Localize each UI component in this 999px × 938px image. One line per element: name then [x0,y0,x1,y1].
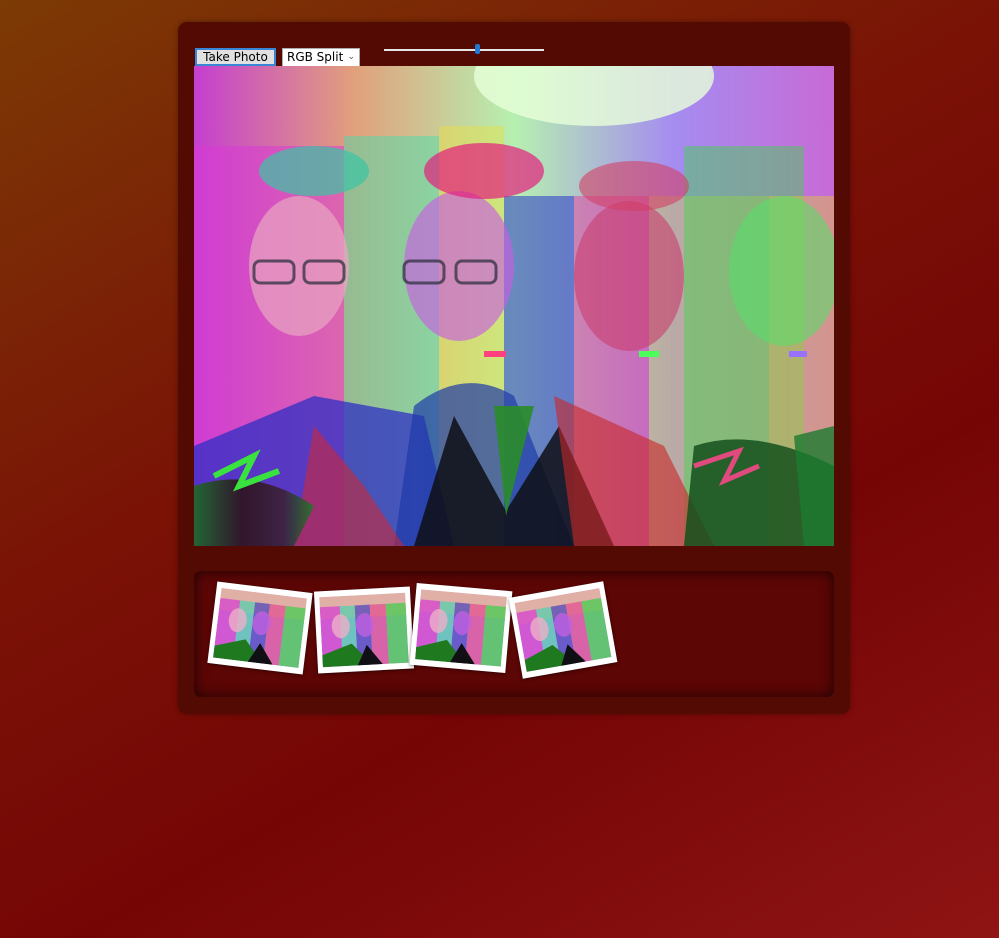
photo-thumbnail[interactable] [207,581,313,675]
chevron-down-icon: ⌄ [347,52,355,62]
camera-image [194,66,834,546]
effect-slider[interactable] [384,44,544,56]
photo-thumbnail[interactable] [508,581,618,679]
photobooth-panel: Take Photo RGB Split ⌄ [178,22,850,714]
filter-select-value: RGB Split [287,50,344,64]
camera-preview [194,66,834,546]
filter-select[interactable]: RGB Split ⌄ [282,48,360,67]
take-photo-button[interactable]: Take Photo [195,48,276,66]
photo-thumbnail[interactable] [409,582,513,674]
slider-track [384,49,544,51]
slider-thumb[interactable] [474,44,480,54]
photo-thumbnail[interactable] [313,586,415,674]
photo-strip [194,571,834,697]
